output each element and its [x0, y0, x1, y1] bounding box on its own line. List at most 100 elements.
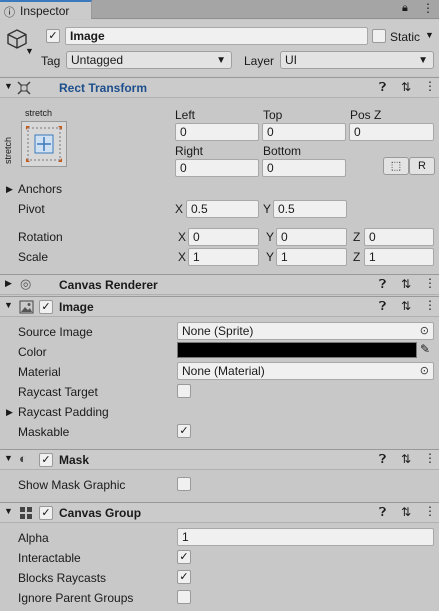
rotation-y-field[interactable]: 0 [276, 228, 347, 246]
help-icon[interactable]: ❓︎ [379, 277, 386, 292]
presets-icon[interactable]: ⇅ [401, 452, 411, 466]
material-field[interactable]: None (Material) ⊙ [177, 362, 434, 380]
object-name-field[interactable]: Image [65, 27, 368, 45]
posz-field[interactable]: 0 [349, 123, 434, 141]
rect-transform-header[interactable]: ▼ Rect Transform ❓︎ ⇅ ⋮ [0, 77, 439, 98]
interactable-checkbox[interactable]: ✓ [177, 550, 191, 564]
color-swatch[interactable] [177, 342, 417, 358]
raycast-target-checkbox[interactable] [177, 384, 191, 398]
component-menu-icon[interactable]: ⋮ [424, 451, 436, 465]
bottom-label: Bottom [263, 144, 302, 158]
collapse-arrow-icon[interactable]: ▼ [4, 81, 13, 91]
menu-icon[interactable]: ⋮ [422, 1, 434, 15]
alpha-field[interactable]: 1 [177, 528, 434, 546]
scale-z-field[interactable]: 1 [364, 248, 434, 266]
presets-icon[interactable]: ⇅ [401, 80, 411, 94]
layer-value: UI [285, 53, 297, 67]
canvas-group-title: Canvas Group [59, 506, 142, 520]
presets-icon[interactable]: ⇅ [401, 277, 411, 291]
image-component-title: Image [59, 300, 94, 314]
object-picker-icon[interactable]: ⊙ [420, 364, 429, 378]
image-enabled-checkbox[interactable]: ✓ [39, 300, 53, 314]
collapse-arrow-icon[interactable]: ▼ [4, 506, 13, 516]
component-menu-icon[interactable]: ⋮ [424, 79, 436, 93]
bottom-field[interactable]: 0 [262, 159, 346, 177]
presets-icon[interactable]: ⇅ [401, 299, 411, 313]
tag-label: Tag [41, 54, 61, 68]
static-dropdown-arrow[interactable]: ▼ [425, 30, 434, 40]
anchor-preset-icon [26, 126, 62, 162]
help-icon[interactable]: ❓︎ [379, 452, 386, 467]
anchor-preset-button[interactable] [21, 121, 67, 167]
blueprint-mode-button[interactable]: ⬚ [383, 157, 409, 175]
collapse-arrow-icon[interactable]: ▼ [4, 453, 13, 463]
chevron-down-icon: ▼ [418, 55, 428, 66]
active-checkbox[interactable]: ✓ [46, 29, 60, 43]
static-checkbox[interactable] [372, 29, 386, 43]
component-menu-icon[interactable]: ⋮ [424, 298, 436, 312]
collapse-arrow-icon[interactable]: ▼ [4, 300, 13, 310]
canvas-group-enabled-checkbox[interactable]: ✓ [39, 506, 53, 520]
canvas-renderer-icon: ◎ [20, 276, 32, 291]
right-label: Right [175, 144, 204, 158]
right-field[interactable]: 0 [175, 159, 259, 177]
show-mask-graphic-checkbox[interactable] [177, 477, 191, 491]
canvas-group-icon [20, 507, 32, 519]
source-image-field[interactable]: None (Sprite) ⊙ [177, 322, 434, 340]
top-label: Top [263, 108, 283, 122]
pivot-label: Pivot [18, 202, 45, 216]
raycast-padding-label[interactable]: Raycast Padding [18, 405, 109, 419]
pivot-x-field[interactable]: 0.5 [186, 200, 259, 218]
help-icon[interactable]: ❓︎ [379, 299, 386, 314]
blueprint-icon: ⬚ [390, 160, 402, 172]
rotation-x-label: X [178, 230, 187, 244]
lock-icon[interactable]: 🔒︎ [402, 2, 408, 15]
maskable-checkbox[interactable]: ✓ [177, 424, 191, 438]
interactable-label: Interactable [18, 551, 81, 565]
source-image-label: Source Image [18, 325, 93, 339]
scale-y-field[interactable]: 1 [276, 248, 347, 266]
scale-x-field[interactable]: 1 [188, 248, 259, 266]
canvas-renderer-title: Canvas Renderer [59, 278, 158, 292]
expand-arrow-icon[interactable]: ▶ [6, 184, 13, 195]
pivot-y-field[interactable]: 0.5 [273, 200, 347, 218]
component-menu-icon[interactable]: ⋮ [424, 276, 436, 290]
mask-component-header[interactable]: ▼ ◐ ✓ Mask ❓︎ ⇅ ⋮ [0, 449, 439, 470]
help-icon[interactable]: ❓︎ [379, 80, 386, 95]
rotation-x-field[interactable]: 0 [188, 228, 259, 246]
component-menu-icon[interactable]: ⋮ [424, 504, 436, 518]
image-component-header[interactable]: ▼ ✓ Image ❓︎ ⇅ ⋮ [0, 296, 439, 317]
posz-label: Pos Z [350, 108, 382, 122]
expand-arrow-icon[interactable]: ▶ [6, 407, 13, 418]
material-label: Material [18, 365, 61, 379]
scale-z-label: Z [353, 250, 361, 264]
pivot-y-label: Y [263, 202, 272, 216]
top-field[interactable]: 0 [262, 123, 346, 141]
blocks-raycasts-label: Blocks Raycasts [18, 571, 107, 585]
canvas-renderer-header[interactable]: ▶ ◎ Canvas Renderer ❓︎ ⇅ ⋮ [0, 274, 439, 295]
left-label: Left [175, 108, 196, 122]
help-icon[interactable]: ❓︎ [379, 505, 386, 520]
tag-dropdown[interactable]: Untagged ▼ [66, 51, 232, 69]
object-picker-icon[interactable]: ⊙ [420, 324, 429, 338]
left-field[interactable]: 0 [175, 123, 259, 141]
scale-x-label: X [178, 250, 187, 264]
presets-icon[interactable]: ⇅ [401, 505, 411, 519]
blocks-raycasts-checkbox[interactable]: ✓ [177, 570, 191, 584]
maskable-label: Maskable [18, 425, 70, 439]
ignore-parent-groups-label: Ignore Parent Groups [18, 591, 134, 605]
ignore-parent-groups-checkbox[interactable] [177, 590, 191, 604]
expand-arrow-icon[interactable]: ▶ [5, 278, 12, 289]
canvas-group-header[interactable]: ▼ ✓ Canvas Group ❓︎ ⇅ ⋮ [0, 502, 439, 523]
mask-enabled-checkbox[interactable]: ✓ [39, 453, 53, 467]
color-label: Color [18, 345, 47, 359]
rotation-z-field[interactable]: 0 [364, 228, 434, 246]
anchors-label[interactable]: Anchors [18, 182, 62, 196]
layer-dropdown[interactable]: UI ▼ [280, 51, 434, 69]
tab-inspector[interactable]: ⓘ Inspector [0, 0, 92, 19]
icon-dropdown-arrow[interactable]: ▼ [25, 46, 34, 56]
object-header: ▼ ✓ Image Static ▼ Tag Untagged ▼ Layer … [0, 20, 439, 76]
static-label: Static [390, 30, 421, 44]
raw-edit-button[interactable]: R [409, 157, 435, 175]
eyedropper-icon[interactable]: ✎ [420, 342, 430, 356]
